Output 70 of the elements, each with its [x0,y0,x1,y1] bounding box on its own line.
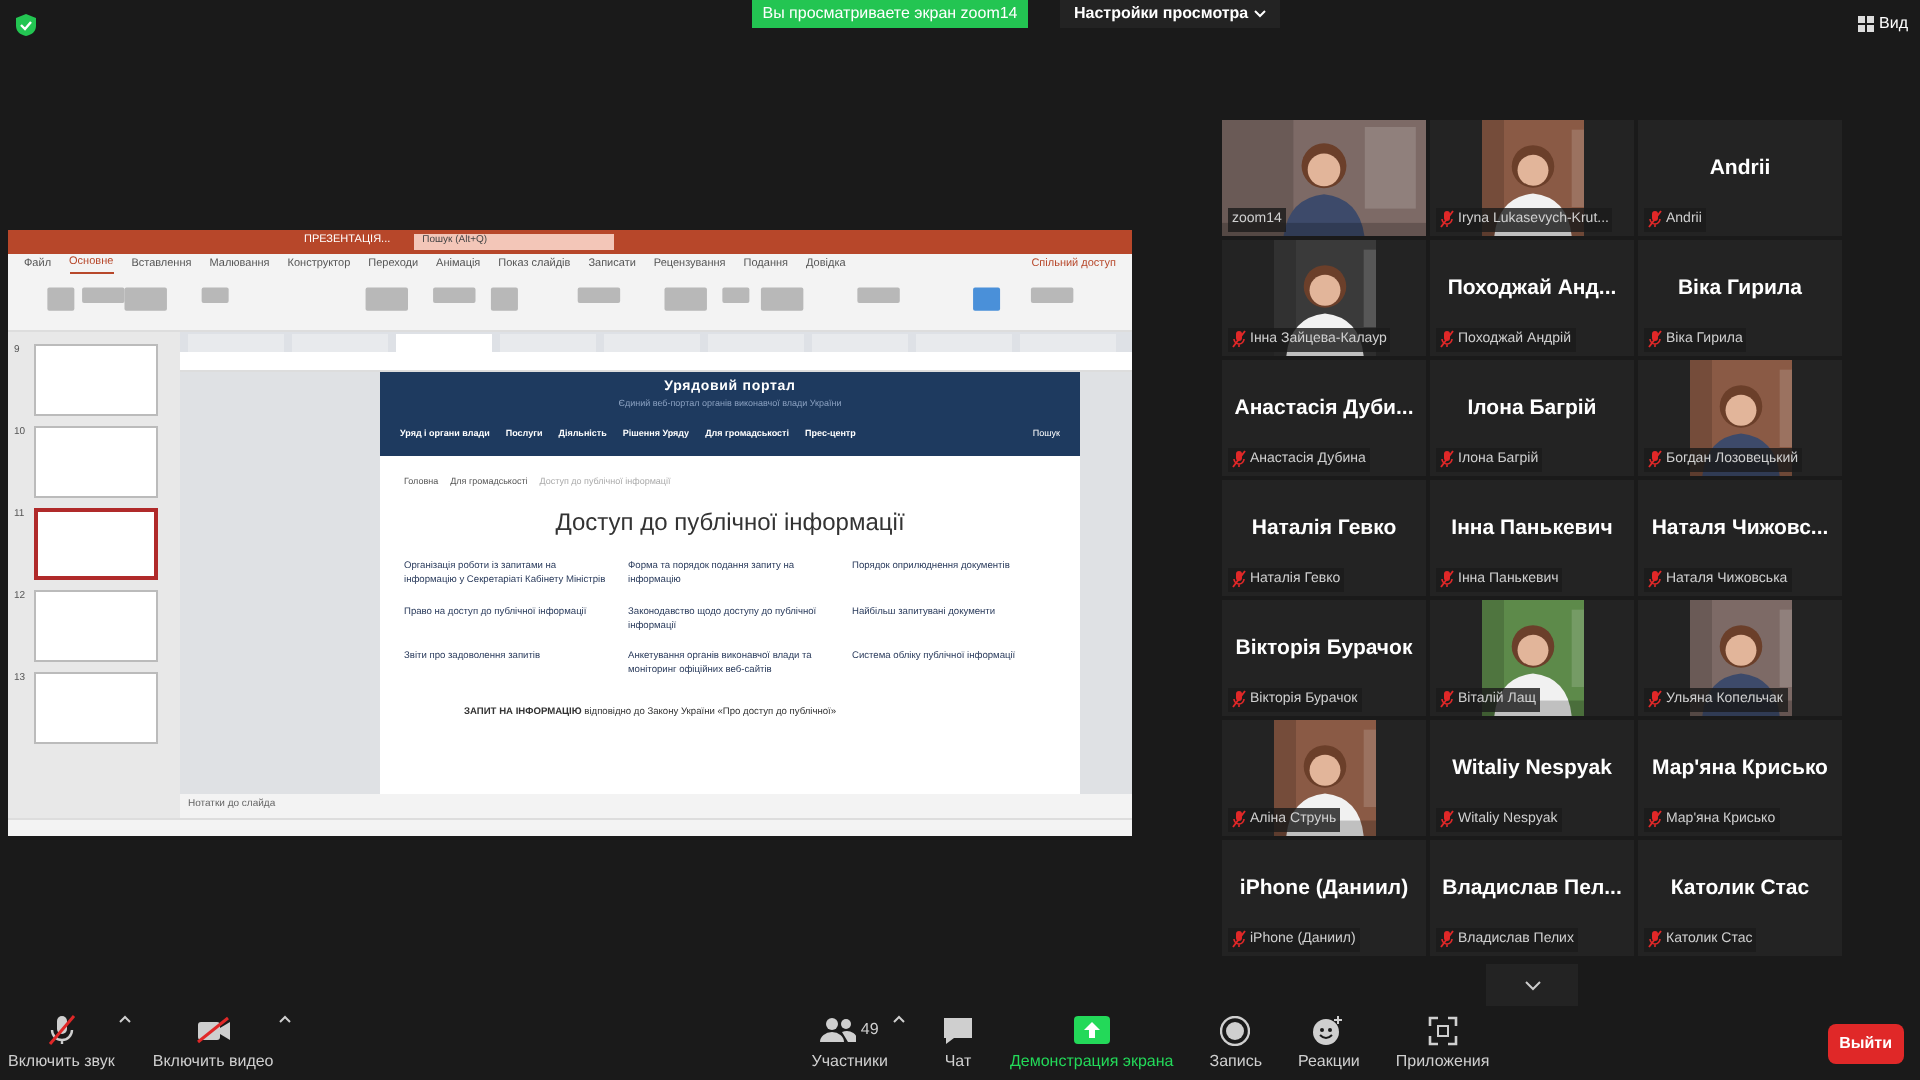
share-button[interactable]: Демонстрация экрана [1009,1014,1174,1074]
sharing-banner: Вы просматриваете экран zoom14 [752,0,1028,28]
camera-off-icon [195,1016,232,1044]
address-bar[interactable] [180,351,1132,371]
muted-mic-icon [1648,330,1662,349]
smiley-icon [1312,1015,1345,1045]
participant-name: Владислав Пел... [1442,874,1622,905]
muted-mic-icon [1232,930,1246,949]
participant-name: Наталя Чижовс... [1651,514,1829,545]
view-settings-button[interactable]: Настройки просмотра [1060,0,1281,28]
muted-mic-icon [1232,690,1246,709]
chevron-down-icon [1523,979,1541,991]
participant-name: Віка Гирила [1677,274,1803,305]
muted-mic-icon [1648,210,1662,229]
muted-mic-icon [1440,210,1454,229]
record-button[interactable]: Запись [1209,1014,1262,1074]
leave-button[interactable]: Выйти [1827,1024,1904,1064]
participant-name: Наталія Гевко [1251,514,1397,545]
muted-mic-icon [1232,810,1246,829]
view-button[interactable]: Вид [1857,12,1908,36]
muted-mic-icon [1232,570,1246,589]
participant-name: Мар'яна Крисько [1652,754,1828,785]
chat-icon [941,1015,974,1045]
camera-button[interactable]: Включить видео [152,1014,274,1074]
muted-mic-icon [1440,570,1454,589]
slide-thumbnail[interactable] [34,507,158,579]
muted-mic-icon [1648,570,1662,589]
reactions-button[interactable]: Реакции [1297,1014,1360,1074]
record-icon [1220,1015,1251,1045]
muted-mic-icon [1440,450,1454,469]
caret-icon[interactable] [891,1014,906,1024]
participant-name: Анастасія Дуби... [1234,394,1414,425]
caret-icon[interactable] [277,1014,292,1024]
participant-name: Інна Панькевич [1451,514,1613,545]
scroll-down-button[interactable] [1486,964,1578,1006]
muted-mic-icon [1440,930,1454,949]
slide-thumbnail[interactable] [34,343,158,415]
caret-icon[interactable] [118,1014,133,1024]
page-heading: Доступ до публічної інформації [553,506,907,541]
chevron-down-icon [1254,10,1267,18]
slide-thumbnail[interactable] [34,589,158,661]
share-screen-icon [1073,1016,1110,1044]
participant-name: Ілона Багрій [1467,394,1597,425]
grid-icon [1857,16,1874,32]
apps-button[interactable]: Приложения [1395,1014,1490,1074]
muted-mic-icon [1648,690,1662,709]
muted-mic-icon [1232,450,1246,469]
participant-name: Andrii [1709,154,1771,185]
participant-name: Вікторія Бурачок [1235,634,1413,665]
mic-button[interactable]: Включить звук [8,1014,115,1074]
participants-button[interactable]: 49 Участники [811,1014,888,1074]
muted-mic-icon [1440,810,1454,829]
slide-thumbnail[interactable] [34,671,158,743]
muted-mic-icon [1232,330,1246,349]
participant-name: Католик Стас [1670,874,1810,905]
muted-mic-icon [1440,330,1454,349]
participant-name: Походжай Анд... [1447,274,1617,305]
participant-count: 49 [860,1018,879,1042]
apps-icon [1427,1015,1458,1045]
muted-mic-icon [1648,930,1662,949]
people-icon [820,1016,857,1044]
muted-mic-icon [1648,450,1662,469]
muted-mic-icon [1648,810,1662,829]
muted-mic-icon [1440,690,1454,709]
participant-name: iPhone (Даниил) [1239,874,1409,905]
participant-name: Witaliy Nespyak [1452,754,1612,785]
slide-thumbnail[interactable] [34,425,158,497]
shield-icon[interactable] [16,14,36,36]
chat-button[interactable]: Чат [941,1014,974,1074]
muted-mic-icon [45,1014,78,1046]
